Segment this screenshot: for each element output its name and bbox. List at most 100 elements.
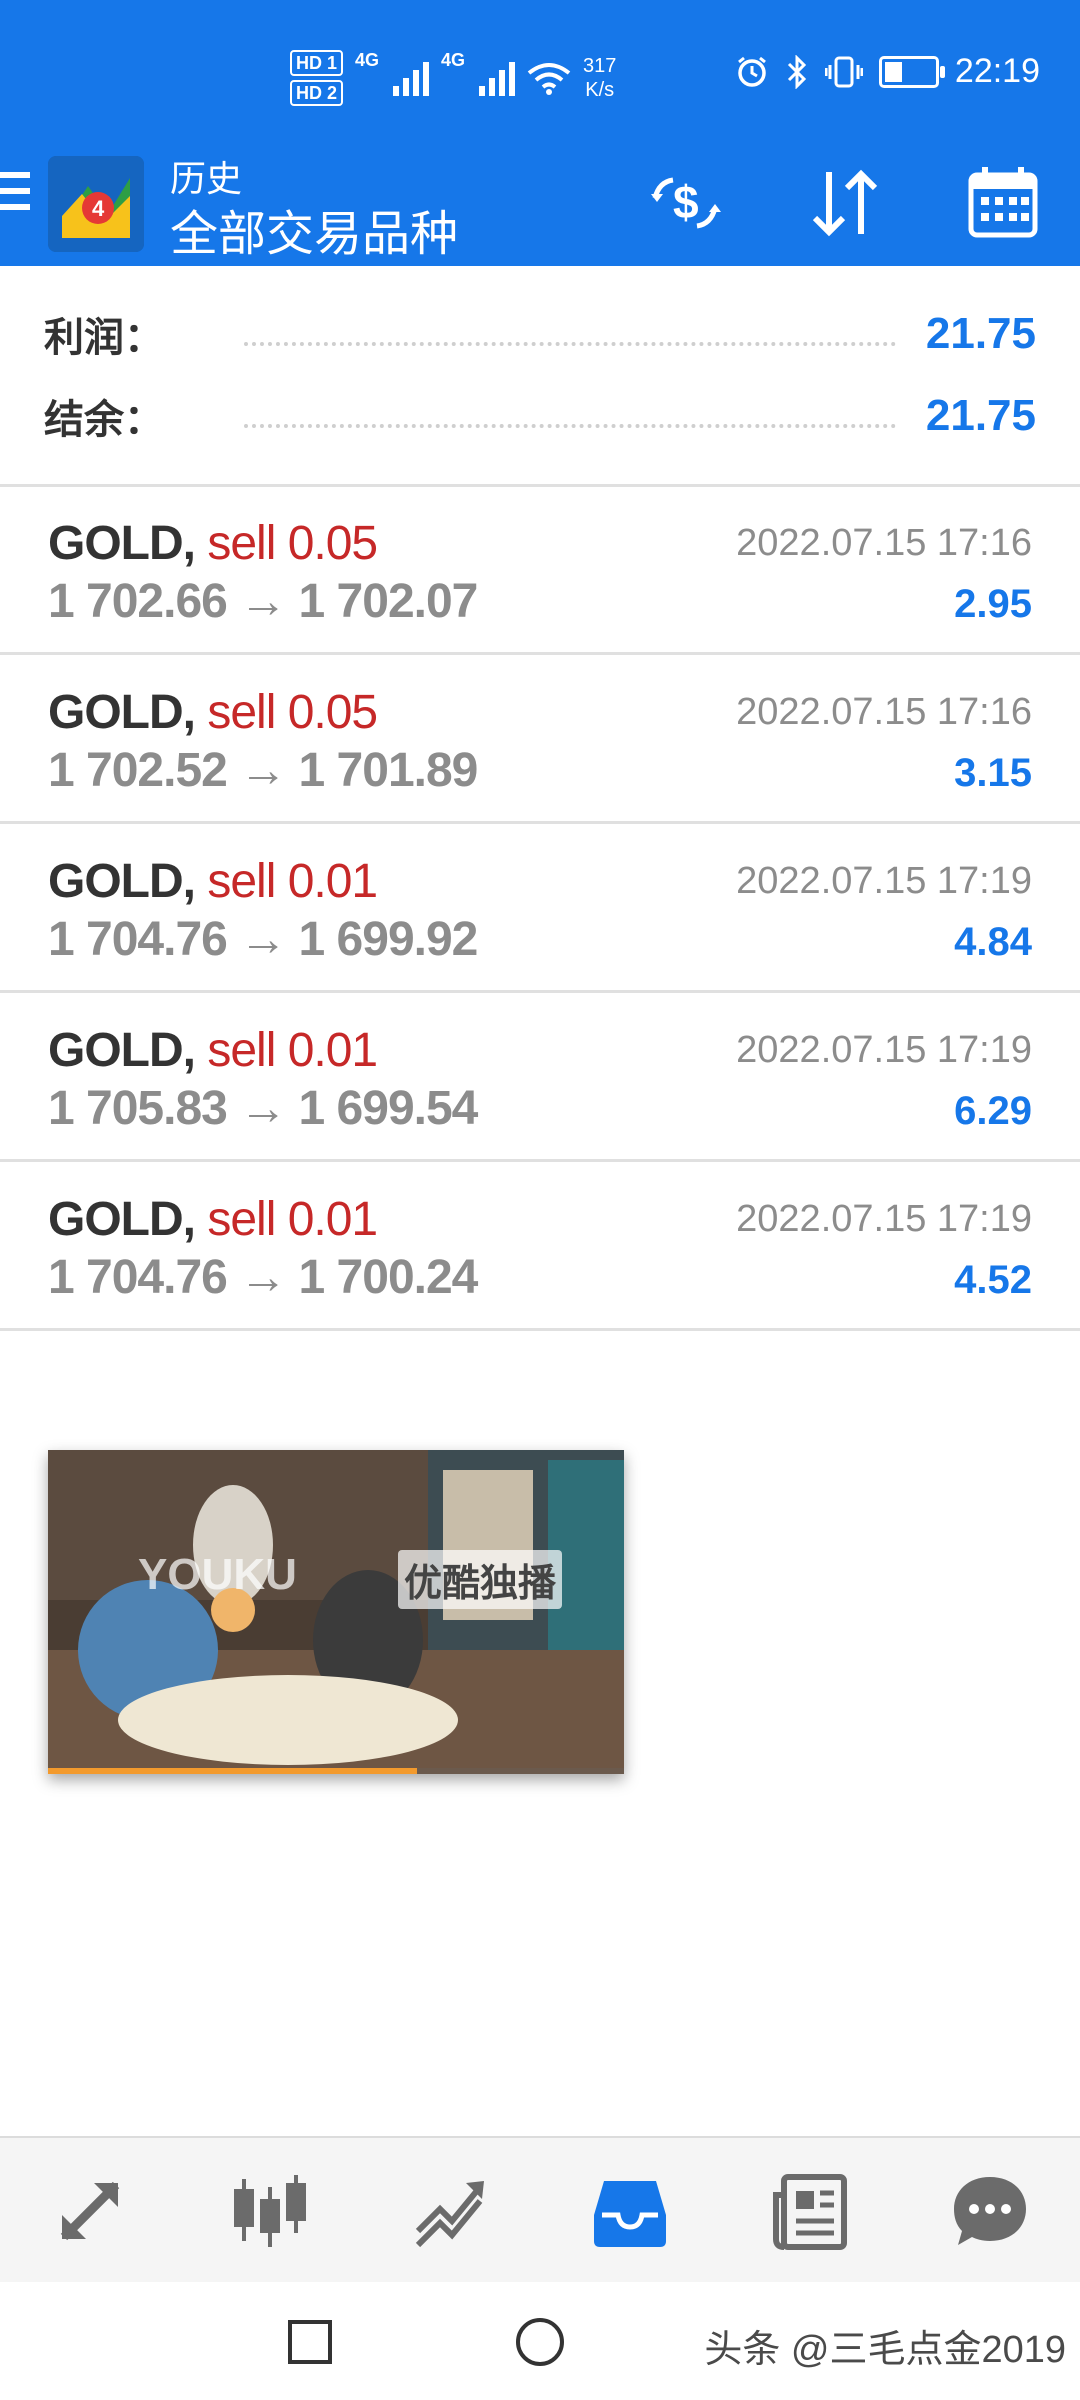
balance-value: 21.75	[925, 391, 1036, 440]
trade-symbol-line: GOLD, sell 0.05	[48, 516, 378, 571]
calendar-icon	[968, 167, 1038, 238]
calendar-button[interactable]	[958, 158, 1048, 248]
trade-time: 2022.07.15 17:19	[736, 860, 1032, 902]
bottom-navigation	[0, 2136, 1080, 2284]
trade-profit: 3.15	[954, 751, 1032, 795]
network-speed: 317 K/s	[583, 54, 616, 102]
trade-symbol: GOLD,	[48, 686, 196, 739]
video-brand-watermark: YOUKU	[138, 1550, 297, 1599]
speed-unit: K/s	[585, 79, 615, 101]
trade-profit: 2.95	[954, 582, 1032, 626]
net1-label: 4G	[355, 50, 380, 70]
trade-prices: 1 702.66 → 1 702.07	[48, 575, 478, 628]
trade-row[interactable]: GOLD, sell 0.01 1 705.83 → 1 699.54 2022…	[0, 993, 1080, 1162]
news-icon	[773, 2174, 847, 2250]
sort-button[interactable]	[800, 158, 890, 248]
trade-prices: 1 704.76 → 1 699.92	[48, 913, 478, 966]
video-frame-image	[48, 1450, 624, 1774]
app-header: 4 历史 全部交易品种 $	[0, 150, 1080, 266]
video-tag-watermark: 优酷独播	[398, 1550, 563, 1609]
header-title[interactable]: 全部交易品种	[170, 194, 458, 264]
history-inbox-icon	[594, 2181, 666, 2247]
trade-profit: 4.84	[954, 920, 1032, 964]
trade-symbol-line: GOLD, sell 0.05	[48, 685, 378, 740]
wifi-icon	[527, 63, 571, 95]
status-left: HD 1 HD 2 4G 4G 317 K/s	[290, 50, 616, 106]
home-icon[interactable]	[514, 2316, 566, 2368]
top-bar: HD 1 HD 2 4G 4G 317 K/s 22:19 4 历史 全部交易品…	[0, 0, 1080, 266]
nav-trade[interactable]	[360, 2138, 540, 2284]
trade-profit: 6.29	[954, 1089, 1032, 1133]
trade-prices: 1 704.76 → 1 700.24	[48, 1251, 478, 1304]
alarm-icon	[737, 56, 766, 87]
trade-time: 2022.07.15 17:19	[736, 1198, 1032, 1240]
trade-row[interactable]: GOLD, sell 0.05 1 702.66 → 1 702.07 2022…	[0, 486, 1080, 655]
sim1-badge: HD 1	[290, 50, 344, 76]
svg-text:$: $	[673, 176, 699, 228]
system-navigation-bar: 头条 @三毛点金2019	[0, 2282, 1080, 2400]
dotted-leader	[244, 404, 896, 428]
currency-sync-icon: $	[651, 176, 721, 229]
chart-candles-icon	[234, 2175, 306, 2247]
trade-time: 2022.07.15 17:19	[736, 1029, 1032, 1071]
status-bar: HD 1 HD 2 4G 4G 317 K/s 22:19	[0, 0, 1080, 150]
trade-symbol: GOLD,	[48, 517, 196, 570]
trade-time: 2022.07.15 17:16	[736, 691, 1032, 733]
trade-side: sell 0.05	[207, 686, 378, 739]
profit-value: 21.75	[925, 309, 1036, 358]
trade-side: sell 0.01	[207, 855, 378, 908]
trade-symbol: GOLD,	[48, 855, 196, 908]
profit-row: 利润： 21.75	[44, 304, 1036, 364]
trade-side: sell 0.05	[207, 517, 378, 570]
trade-side: sell 0.01	[207, 1024, 378, 1077]
dotted-leader	[244, 322, 896, 346]
app-logo: 4	[48, 156, 144, 252]
balance-label: 结余：	[44, 398, 164, 442]
trade-row[interactable]: GOLD, sell 0.01 1 704.76 → 1 699.92 2022…	[0, 824, 1080, 993]
net2-label: 4G	[441, 50, 466, 70]
chat-icon	[954, 2177, 1026, 2245]
nav-charts[interactable]	[180, 2138, 360, 2284]
trade-row[interactable]: GOLD, sell 0.01 1 704.76 → 1 700.24 2022…	[0, 1162, 1080, 1331]
trade-symbol: GOLD,	[48, 1024, 196, 1077]
trade-time: 2022.07.15 17:16	[736, 522, 1032, 564]
summary-panel: 利润： 21.75 结余： 21.75	[0, 266, 1080, 486]
sim-indicators: HD 1 HD 2	[290, 50, 344, 106]
trade-symbol-line: GOLD, sell 0.01	[48, 1192, 378, 1247]
source-watermark: 头条 @三毛点金2019	[704, 2329, 1066, 2371]
vibrate-icon	[824, 56, 863, 87]
profit-label: 利润：	[44, 316, 164, 360]
sort-icon	[812, 169, 878, 237]
nav-quotes[interactable]	[0, 2138, 180, 2284]
nav-history[interactable]	[540, 2138, 720, 2284]
trade-prices: 1 705.83 → 1 699.54	[48, 1082, 478, 1135]
nav-chat[interactable]	[900, 2138, 1080, 2284]
menu-icon[interactable]	[0, 172, 30, 220]
trade-prices: 1 702.52 → 1 701.89	[48, 744, 478, 797]
video-progress-bar[interactable]	[48, 1768, 624, 1774]
quotes-arrows-icon	[60, 2181, 120, 2241]
trade-symbol-line: GOLD, sell 0.01	[48, 854, 378, 909]
trade-symbol-line: GOLD, sell 0.01	[48, 1023, 378, 1078]
bluetooth-icon	[787, 54, 807, 89]
speed-value: 317	[583, 55, 617, 77]
trade-profit: 4.52	[954, 1258, 1032, 1302]
battery-icon	[878, 55, 945, 88]
trade-side: sell 0.01	[207, 1193, 378, 1246]
clock: 22:19	[954, 52, 1040, 90]
svg-text:4: 4	[92, 196, 105, 221]
recent-apps-icon[interactable]	[286, 2318, 334, 2366]
trade-history-list: GOLD, sell 0.05 1 702.66 → 1 702.07 2022…	[0, 486, 1080, 1331]
trade-row[interactable]: GOLD, sell 0.05 1 702.52 → 1 701.89 2022…	[0, 655, 1080, 824]
currency-sync-button[interactable]: $	[640, 158, 730, 248]
balance-row: 结余： 21.75	[44, 386, 1036, 446]
trade-icon	[415, 2181, 484, 2248]
floating-video-player[interactable]: YOUKU 优酷独播	[48, 1450, 624, 1774]
signal1-icon	[393, 60, 430, 96]
signal2-icon	[479, 60, 516, 96]
sim2-badge: HD 2	[290, 80, 344, 106]
trade-symbol: GOLD,	[48, 1193, 196, 1246]
nav-news[interactable]	[720, 2138, 900, 2284]
battery-level	[884, 61, 902, 82]
video-progress-fill	[48, 1768, 417, 1774]
